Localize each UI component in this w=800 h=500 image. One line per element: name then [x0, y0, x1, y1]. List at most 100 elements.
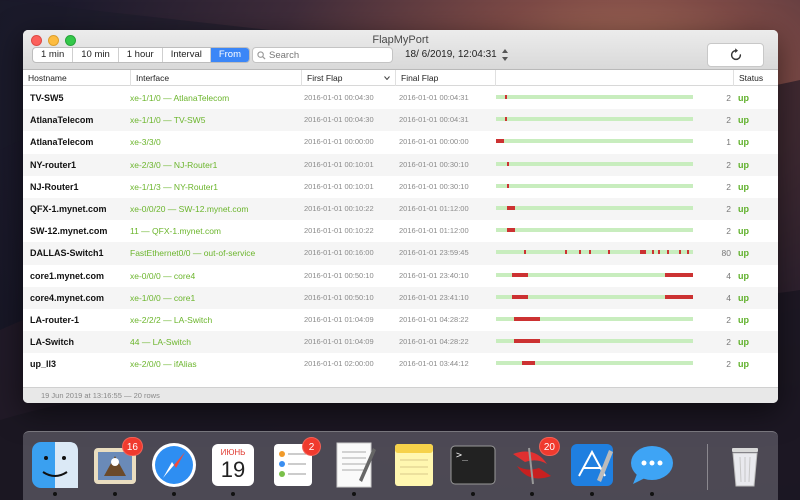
column-hostname[interactable]: Hostname: [23, 70, 130, 86]
status-footer: 19 Jun 2019 at 13:16:55 — 20 rows: [23, 387, 778, 403]
interface-cell: xe-0/0/0 — core4: [130, 270, 196, 281]
dock-terminal[interactable]: >_: [448, 440, 498, 496]
search-input[interactable]: [269, 49, 389, 61]
hostname-cell: AtlanaTelecom: [30, 137, 94, 148]
table-row[interactable]: AtlanaTelecom xe-3/3/0 2016-01-01 00:00:00…: [23, 131, 778, 153]
flap-marker: [578, 250, 581, 255]
first-flap-cell: 2016-01-01 00:10:22: [304, 226, 374, 236]
notes-icon: [389, 440, 439, 495]
final-flap-cell: 2016-01-01 04:28:22: [399, 314, 469, 324]
table-row[interactable]: NY-router1 xe-2/3/0 — NJ-Router1 2016-01-0…: [23, 153, 778, 176]
flap-count-cell: 2: [726, 226, 731, 237]
flap-count-cell: 2: [726, 159, 731, 170]
dock-calendar[interactable]: ИЮНЬ 19: [208, 440, 258, 496]
column-timeline[interactable]: [495, 70, 733, 86]
interface-cell: FastEthernet0/0 — out-of-service: [130, 248, 256, 259]
flap-marker: [521, 361, 536, 366]
table-row[interactable]: core4.mynet.com xe-1/0/0 — core1 2016-01-0…: [23, 286, 778, 309]
final-flap-cell: 2016-01-01 00:30:10: [399, 181, 469, 191]
flap-marker: [679, 250, 682, 255]
first-flap-cell: 2016-01-01 00:50:10: [304, 292, 374, 302]
column-interface[interactable]: Interface: [130, 70, 301, 86]
app-window: FlapMyPort 1 min 10 min 1 hour Interval …: [23, 30, 778, 403]
flap-marker: [513, 316, 541, 321]
hostname-cell: core1.mynet.com: [30, 270, 105, 281]
status-cell: up: [738, 203, 749, 214]
flap-count-cell: 1: [726, 137, 731, 148]
flap-marker: [639, 250, 646, 255]
dock-safari[interactable]: [149, 440, 199, 496]
table-row[interactable]: AtlanaTelecom xe-1/1/0 — TV-SW5 2016-01-01…: [23, 109, 778, 132]
dock-finder[interactable]: [30, 440, 80, 496]
segment-from[interactable]: From: [210, 48, 250, 62]
interface-cell: 11 — QFX-1.mynet.com: [130, 226, 222, 237]
status-cell: up: [738, 226, 749, 237]
table-row[interactable]: QFX-1.mynet.com xe-0/0/20 — SW-12.mynet.c…: [23, 197, 778, 221]
dock: 16 ИЮНЬ 19 2 >_ 20: [23, 431, 778, 500]
column-first-flap-label: First Flap: [307, 73, 343, 83]
dock-textedit[interactable]: [329, 440, 379, 496]
dock-flapmyport[interactable]: 20: [507, 437, 560, 496]
first-flap-cell: 2016-01-01 01:04:09: [304, 337, 374, 347]
dock-messages[interactable]: [627, 440, 677, 496]
flap-marker: [665, 272, 693, 277]
final-flap-cell: 2016-01-01 04:28:22: [399, 337, 469, 347]
segment-interval[interactable]: Interval: [163, 48, 211, 62]
interface-cell: xe-1/1/0 — AtlanaTelecom: [130, 93, 230, 103]
flap-count-cell: 80: [721, 248, 731, 259]
segment-10-min[interactable]: 10 min: [73, 48, 119, 62]
final-flap-cell: 2016-01-01 03:44:12: [399, 359, 469, 369]
stepper-arrows-icon: [502, 49, 508, 61]
column-first-flap[interactable]: First Flap: [301, 70, 395, 86]
table-row[interactable]: DALLAS-Switch1 FastEthernet0/0 — out-of-s…: [23, 242, 778, 265]
status-cell: up: [738, 359, 749, 370]
status-cell: up: [738, 314, 749, 325]
flap-timeline-bar: [496, 161, 693, 166]
flap-timeline-bar: [496, 139, 693, 144]
table-row[interactable]: LA-router-1 xe-2/2/2 — LA-Switch 2016-01-0…: [23, 309, 778, 331]
column-final-flap[interactable]: Final Flap: [395, 70, 495, 86]
segment-1-min[interactable]: 1 min: [33, 48, 74, 62]
dock-mail[interactable]: 16: [90, 437, 143, 496]
segment-1-hour[interactable]: 1 hour: [119, 48, 163, 62]
search-field[interactable]: [252, 47, 393, 63]
calendar-day-label: 19: [220, 457, 246, 482]
search-icon: [257, 50, 266, 60]
first-flap-cell: 2016-01-01 00:04:30: [304, 93, 374, 102]
final-flap-cell: 2016-01-01 23:59:45: [399, 248, 469, 258]
flap-timeline-bar: [496, 361, 693, 366]
interface-cell: xe-3/3/0: [130, 137, 161, 148]
refresh-button[interactable]: [707, 43, 764, 67]
interface-cell: xe-0/0/20 — SW-12.mynet.com: [130, 203, 249, 214]
table-row[interactable]: SW-12.mynet.com 11 — QFX-1.mynet.com 2016-…: [23, 220, 778, 242]
dock-trash[interactable]: [720, 440, 770, 490]
final-flap-cell: 2016-01-01 01:12:00: [399, 226, 469, 236]
first-flap-cell: 2016-01-01 00:50:10: [304, 270, 374, 280]
first-flap-cell: 2016-01-01 00:10:01: [304, 159, 374, 169]
status-cell: up: [738, 292, 749, 303]
notification-badge: 2: [302, 437, 321, 456]
table-row[interactable]: core1.mynet.com xe-0/0/0 — core4 2016-01-0…: [23, 265, 778, 287]
table-row[interactable]: up_ll3 xe-2/0/0 — ifAlias 2016-01-01 02:00…: [23, 353, 778, 375]
trash-icon: [720, 440, 770, 495]
date-stepper[interactable]: [501, 47, 509, 63]
flap-marker: [564, 250, 567, 255]
running-indicator: [352, 492, 356, 496]
column-status[interactable]: Status: [733, 70, 778, 86]
flap-marker: [588, 250, 591, 255]
dock-notes[interactable]: [389, 440, 439, 490]
table-row[interactable]: TV-SW5 xe-1/1/0 — AtlanaTelecom 2016-01-01…: [23, 87, 778, 109]
table-row[interactable]: NJ-Router1 xe-1/1/3 — NY-Router1 2016-01-0…: [23, 176, 778, 198]
status-cell: up: [738, 181, 749, 192]
flap-count-cell: 2: [726, 115, 731, 126]
sort-chevron-down-icon: [384, 76, 390, 80]
from-date-picker[interactable]: 18/ 6/2019, 12:04:31: [405, 49, 497, 60]
final-flap-cell: 2016-01-01 01:12:00: [399, 203, 469, 213]
hostname-cell: NY-router1: [30, 159, 77, 170]
textedit-icon: [329, 440, 379, 495]
table-row[interactable]: LA-Switch 44 — LA-Switch 2016-01-01 01:04:…: [23, 331, 778, 354]
dock-reminders[interactable]: 2: [268, 437, 321, 490]
dock-xcode[interactable]: [567, 440, 617, 496]
flap-count-cell: 4: [726, 292, 731, 303]
final-flap-cell: 2016-01-01 00:04:31: [399, 115, 469, 125]
